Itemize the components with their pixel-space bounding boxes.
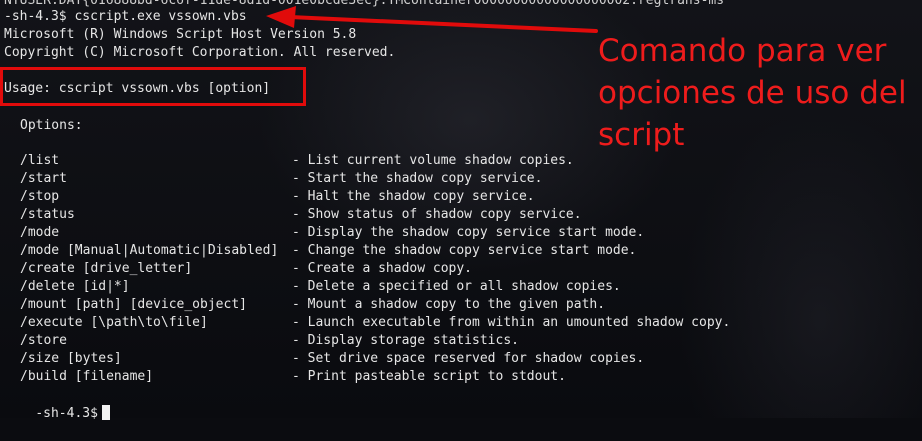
terminal-window[interactable]: NTUSER.DAT{016888bd-6c6f-11de-8d1d-001e0… bbox=[0, 0, 922, 421]
annotation-text: Comando para ver opciones de uso del scr… bbox=[598, 33, 907, 153]
